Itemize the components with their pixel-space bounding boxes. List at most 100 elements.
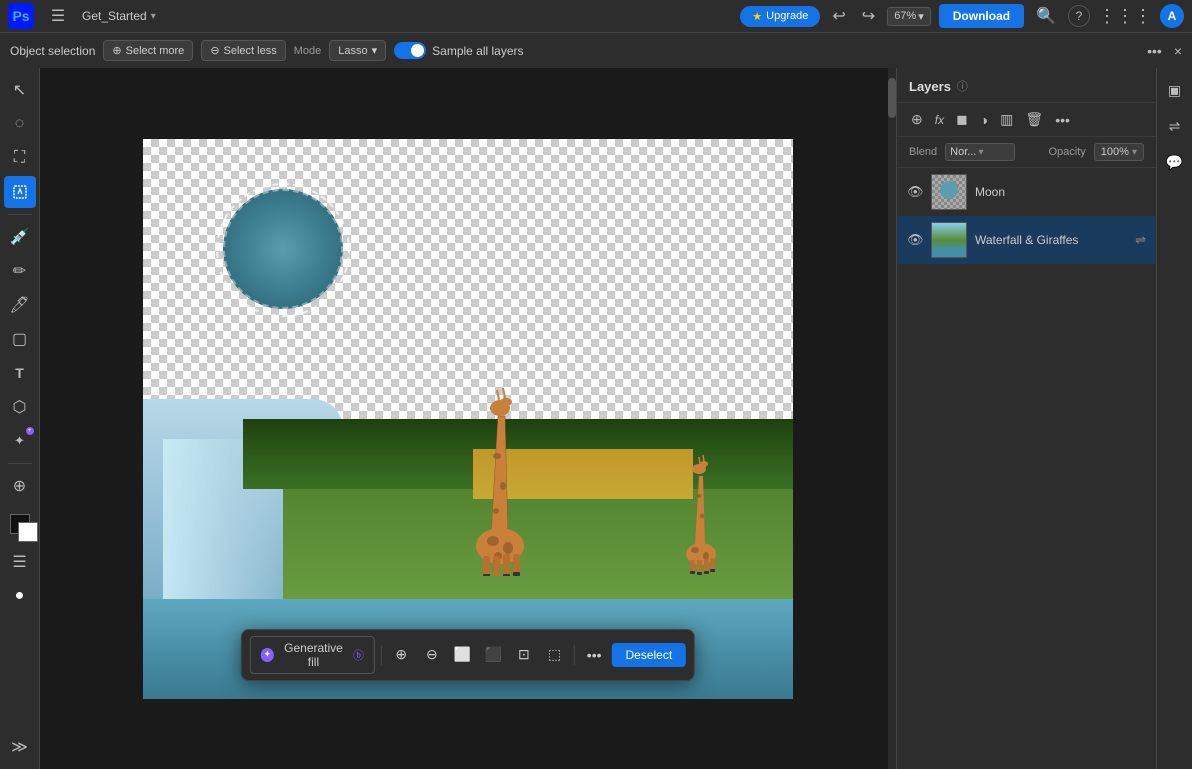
doc-title-text: Get_Started xyxy=(82,9,147,23)
right-panel-icon-1[interactable]: ▣ xyxy=(1161,76,1189,104)
star-icon: ★ xyxy=(752,10,762,23)
layer-item-waterfall[interactable]: 👁 Waterfall & Giraffes ⇌ xyxy=(897,216,1156,264)
layers-panel: Layers ⓘ ⊕ fx ◼ ◑ ▥ 🗑 ••• Blend Nor... ▾… xyxy=(896,68,1156,769)
lasso-chevron-icon: ▾ xyxy=(372,44,378,57)
canvas: ✦ Generative fill ⓑ ⊕ ⊖ ⬜ ⬛ ⊡ ⬚ ••• Dese… xyxy=(143,139,793,699)
deselect-button[interactable]: Deselect xyxy=(611,643,686,667)
blend-mode-dropdown[interactable]: Nor... ▾ xyxy=(945,143,1015,161)
toolbar-bar: Object selection ⊕ Select more ⊖ Select … xyxy=(0,32,1192,68)
moon-thumb-circle xyxy=(940,181,958,199)
scrollbar-thumb[interactable] xyxy=(888,78,896,118)
vertical-scrollbar[interactable] xyxy=(888,68,896,769)
select-less-button[interactable]: ⊖ Select less xyxy=(201,40,285,61)
invert-selection-button[interactable]: ⬛ xyxy=(480,641,507,669)
giraffe-small xyxy=(673,436,728,579)
smudge-tool-button[interactable]: ⬡ xyxy=(4,391,36,423)
close-toolbar-button[interactable]: × xyxy=(1174,43,1182,59)
pen-tool-button[interactable]: 🖊 xyxy=(4,289,36,321)
apps-grid-button[interactable]: ⋮⋮⋮ xyxy=(1098,6,1152,27)
mode-label: Mode xyxy=(294,45,322,57)
layer-name-waterfall: Waterfall & Giraffes xyxy=(975,233,1127,247)
layer-thumbnail-moon xyxy=(931,174,967,210)
float-divider-2 xyxy=(574,645,575,665)
layer-visibility-moon[interactable]: 👁 xyxy=(907,184,923,200)
layers-group-button[interactable]: ▥ xyxy=(998,109,1015,130)
layers-mask-button[interactable]: ◼ xyxy=(954,109,970,130)
download-button[interactable]: Download xyxy=(939,4,1024,28)
sample-all-layers-toggle[interactable] xyxy=(394,42,426,59)
eyedropper-tool-button[interactable]: 💉 xyxy=(4,221,36,253)
layer-thumbnail-waterfall xyxy=(931,222,967,258)
canvas-area[interactable]: ✦ Generative fill ⓑ ⊕ ⊖ ⬜ ⬛ ⊡ ⬚ ••• Dese… xyxy=(40,68,896,769)
doc-chevron-icon: ▾ xyxy=(151,11,156,22)
main-area: ↖ ◌ ⛶ 💉 ✏ 🖊 ▢ T ⬡ ✦ + ⊕ ☰ ● ≫ xyxy=(0,68,1192,769)
toolbar-divider-2 xyxy=(8,463,32,464)
rectangle-tool-button[interactable]: ▢ xyxy=(4,323,36,355)
more-options-button[interactable]: ••• xyxy=(1143,41,1166,61)
left-toolbar: ↖ ◌ ⛶ 💉 ✏ 🖊 ▢ T ⬡ ✦ + ⊕ ☰ ● ≫ xyxy=(0,68,40,769)
circle-button[interactable]: ● xyxy=(4,580,36,612)
help-button[interactable]: ? xyxy=(1068,5,1090,27)
layers-fx-button[interactable]: fx xyxy=(933,111,946,129)
add-to-selection-button[interactable]: ⊕ xyxy=(388,641,415,669)
subtract-selection-button[interactable]: ⊖ xyxy=(419,641,446,669)
layers-adjustment-button[interactable]: ◑ xyxy=(978,110,990,130)
search-button[interactable]: 🔍 xyxy=(1032,4,1060,28)
refine-edge-button[interactable]: ⬚ xyxy=(541,641,568,669)
crop-tool-button[interactable]: ⛶ xyxy=(4,142,36,174)
opacity-value-field[interactable]: 100% ▾ xyxy=(1094,143,1144,161)
giraffe-main xyxy=(453,356,543,579)
object-selection-tool-button[interactable] xyxy=(4,176,36,208)
color-swatches[interactable] xyxy=(4,508,36,540)
expand-toolbar-button[interactable]: ≫ xyxy=(4,731,36,763)
intersect-selection-button[interactable]: ⬜ xyxy=(449,641,476,669)
ai-tools-button[interactable]: ✦ + xyxy=(4,425,36,457)
opacity-chevron-icon: ▾ xyxy=(1132,147,1137,158)
generative-fill-button[interactable]: ✦ Generative fill ⓑ xyxy=(250,636,375,674)
moon-layer xyxy=(223,189,343,309)
selection-tool-button[interactable]: ↖ xyxy=(4,74,36,106)
background-color[interactable] xyxy=(18,522,38,542)
zoom-value: 67% xyxy=(894,10,916,22)
moon-thumb-bg xyxy=(932,175,966,209)
right-panel-icon-3[interactable]: 💬 xyxy=(1161,148,1189,176)
layer-item-moon[interactable]: 👁 Moon xyxy=(897,168,1156,216)
right-panel-icon-2[interactable]: ⇌ xyxy=(1161,112,1189,140)
layer-sliders-icon: ⇌ xyxy=(1135,232,1146,248)
transform-selection-button[interactable]: ⊡ xyxy=(511,641,538,669)
sample-color-button[interactable]: ⊕ xyxy=(4,470,36,502)
blend-opacity-row: Blend Nor... ▾ Opacity 100% ▾ xyxy=(897,137,1156,168)
select-more-button[interactable]: ⊕ Select more xyxy=(103,40,193,61)
layer-name-moon: Moon xyxy=(975,185,1146,199)
user-avatar[interactable]: A xyxy=(1160,4,1184,28)
blend-value: Nor... xyxy=(950,146,976,158)
float-divider-1 xyxy=(381,645,382,665)
layers-add-button[interactable]: ⊕ xyxy=(909,109,925,130)
undo-button[interactable]: ↩ xyxy=(828,4,849,28)
redo-button[interactable]: ↪ xyxy=(858,4,879,28)
zoom-chevron-icon: ▾ xyxy=(918,10,924,23)
blend-chevron-icon: ▾ xyxy=(978,147,983,158)
select-less-label: Select less xyxy=(224,45,277,57)
hamburger-menu[interactable]: ☰ xyxy=(42,0,74,32)
generative-fill-icon: ✦ xyxy=(261,648,274,662)
top-bar: Ps ☰ Get_Started ▾ ★ Upgrade ↩ ↪ 67% ▾ D… xyxy=(0,0,1192,32)
select-more-icon: ⊕ xyxy=(112,44,121,57)
ruler-button[interactable]: ☰ xyxy=(4,546,36,578)
lasso-tool-button[interactable]: ◌ xyxy=(4,108,36,140)
opacity-value-text: 100% xyxy=(1101,146,1129,158)
generative-fill-label: Generative fill xyxy=(279,641,348,669)
toolbar-divider xyxy=(8,214,32,215)
zoom-control[interactable]: 67% ▾ xyxy=(887,7,931,26)
more-float-button[interactable]: ••• xyxy=(581,641,608,669)
sample-all-layers-label: Sample all layers xyxy=(432,44,523,58)
layers-actions-bar: ⊕ fx ◼ ◑ ▥ 🗑 ••• xyxy=(897,103,1156,137)
brush-tool-button[interactable]: ✏ xyxy=(4,255,36,287)
layers-delete-button[interactable]: 🗑 xyxy=(1023,109,1045,130)
layers-more-button[interactable]: ••• xyxy=(1053,110,1072,130)
text-tool-button[interactable]: T xyxy=(4,357,36,389)
upgrade-button[interactable]: ★ Upgrade xyxy=(740,6,820,27)
lasso-dropdown[interactable]: Lasso ▾ xyxy=(329,40,386,61)
layer-visibility-waterfall[interactable]: 👁 xyxy=(907,232,923,248)
upgrade-label: Upgrade xyxy=(766,10,808,22)
